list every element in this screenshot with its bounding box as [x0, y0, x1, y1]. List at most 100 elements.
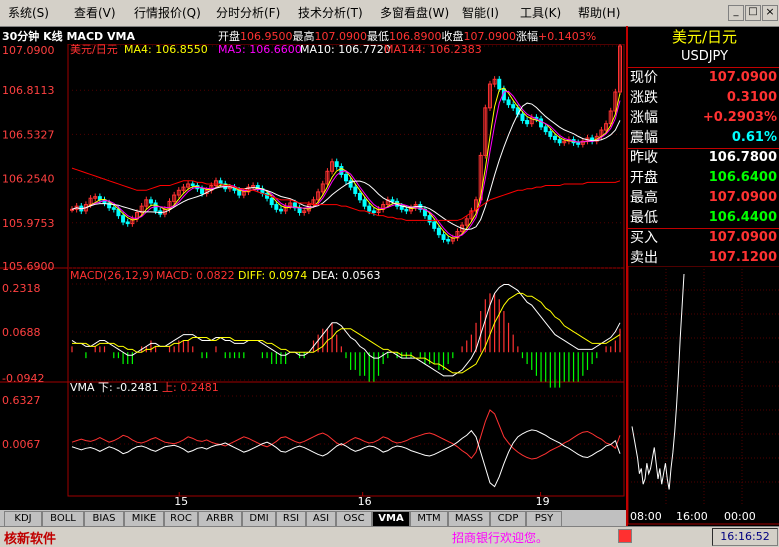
candle-body: [344, 173, 348, 182]
high-label: 最高: [292, 30, 315, 43]
candle-body: [278, 208, 283, 212]
close-label: 收盘: [441, 30, 464, 43]
price-tick-label: 105.6900: [2, 260, 55, 273]
menu-technical[interactable]: 技术分析(T): [294, 0, 367, 26]
price-tick-label: 106.8113: [2, 84, 55, 97]
vma-down-legend: 下: -0.2481: [98, 381, 159, 394]
quote-label: 涨幅: [630, 110, 658, 126]
low-value: 106.8900: [389, 30, 442, 43]
candle-body: [576, 142, 581, 145]
tab-boll[interactable]: BOLL: [42, 511, 84, 527]
candle-body: [404, 208, 409, 212]
dea-legend: DEA: 0.0563: [312, 269, 380, 282]
diff-line: [71, 284, 621, 377]
macd-tick-label: 0.2318: [2, 282, 41, 295]
mini-time-label: 00:00: [724, 510, 756, 523]
quote-label: 现价: [630, 70, 658, 86]
instrument-code: USDJPY: [680, 49, 729, 64]
change-label: 涨幅: [516, 30, 538, 43]
tab-mtm[interactable]: MTM: [410, 511, 448, 527]
quote-value: 106.6400: [708, 170, 777, 185]
tab-vma[interactable]: VMA: [372, 511, 410, 527]
candle-body: [557, 139, 562, 144]
menu-tools[interactable]: 工具(K): [516, 0, 565, 26]
quote-row: 震幅 0.61%: [628, 128, 779, 148]
menu-help[interactable]: 帮助(H): [574, 0, 624, 26]
candle-body: [362, 199, 367, 207]
candle-body: [269, 197, 274, 206]
quote-panel: 美元/日元 USDJPY 现价 107.0900 涨跌 0.3100 涨幅 +0.2903…: [626, 26, 779, 526]
quote-label: 卖出: [630, 250, 658, 266]
candle-body: [543, 126, 548, 133]
tab-mike[interactable]: MIKE: [124, 511, 164, 527]
menu-view[interactable]: 查看(V): [70, 0, 120, 26]
quote-row: 买入 107.0900: [628, 228, 779, 248]
menu-system[interactable]: 系统(S): [4, 0, 53, 26]
intraday-mini-chart[interactable]: 08:00 16:00 00:00: [628, 266, 779, 526]
candle-body: [446, 238, 451, 242]
tab-kdj[interactable]: KDJ: [4, 511, 42, 527]
quote-row: 涨跌 0.3100: [628, 88, 779, 108]
tab-cdp[interactable]: CDP: [490, 511, 526, 527]
candle-body: [427, 215, 432, 223]
low-label: 最低: [367, 30, 389, 43]
tab-osc[interactable]: OSC: [336, 511, 372, 527]
minimize-button[interactable]: _: [728, 5, 744, 21]
tab-roc[interactable]: ROC: [164, 511, 198, 527]
quote-label: 最高: [630, 190, 658, 206]
tab-bias[interactable]: BIAS: [84, 511, 124, 527]
quote-row: 开盘 106.6400: [628, 168, 779, 188]
candle-body: [539, 118, 544, 128]
candle-body: [367, 205, 372, 212]
mini-price-line: [631, 273, 685, 490]
macd-name-legend: MACD(26,12,9): [70, 269, 154, 282]
close-button[interactable]: ×: [762, 5, 778, 21]
quote-label: 买入: [630, 230, 658, 246]
open-label: 开盘: [218, 30, 240, 43]
quote-value: 107.1200: [708, 250, 777, 265]
candle-body: [441, 234, 446, 240]
alert-icon[interactable]: [618, 529, 632, 543]
tab-rsi[interactable]: RSI: [276, 511, 306, 527]
tab-arbr[interactable]: ARBR: [198, 511, 242, 527]
tab-asi[interactable]: ASI: [306, 511, 336, 527]
quote-row: 现价 107.0900: [628, 68, 779, 88]
quote-label: 昨收: [630, 150, 658, 166]
tab-mass[interactable]: MASS: [448, 511, 490, 527]
menu-smart[interactable]: 智能(I): [458, 0, 503, 26]
quote-row: 涨幅 +0.2903%: [628, 108, 779, 128]
menu-quotes[interactable]: 行情报价(Q): [130, 0, 205, 26]
candle-body: [511, 104, 516, 109]
quote-value: 107.0900: [708, 230, 777, 245]
ma10-legend: MA10: 106.7720: [300, 44, 391, 56]
tab-psy[interactable]: PSY: [526, 511, 562, 527]
candle-body: [274, 204, 279, 210]
candle-body: [237, 189, 242, 196]
candle-body: [371, 210, 376, 214]
macd-value-legend: MACD: 0.0822: [156, 269, 235, 282]
ohlc-readout: 开盘106.9500最高107.0900最低106.8900收盘107.0900…: [218, 28, 596, 44]
price-tick-label: 105.9753: [2, 217, 55, 230]
instrument-name: 美元/日元: [671, 28, 738, 46]
price-tick-label: 107.0900: [2, 44, 55, 57]
dea-line: [72, 292, 621, 374]
tab-dmi[interactable]: DMI: [242, 511, 276, 527]
menu-multiwindow[interactable]: 多窗看盘(W): [376, 0, 453, 26]
chart-title: 30分钟 K线 MACD VMA: [2, 30, 135, 43]
quote-value: +0.2903%: [702, 110, 777, 125]
menu-bar: 系统(S) 查看(V) 行情报价(Q) 分时分析(F) 技术分析(T) 多窗看盘…: [0, 0, 779, 27]
candle-body: [121, 215, 126, 223]
mini-time-label: 08:00: [630, 510, 662, 523]
quote-value: 107.0900: [708, 190, 777, 205]
ma5-line: [71, 90, 621, 238]
main-chart[interactable]: 107.0900 106.8113 106.5327 106.2540 105.9753…: [0, 44, 626, 510]
price-tick-label: 106.5327: [2, 128, 55, 141]
open-value: 106.9500: [240, 30, 293, 43]
quote-row: 卖出 107.1200: [628, 248, 779, 268]
candle-body: [111, 207, 116, 210]
maximize-button[interactable]: □: [745, 5, 761, 21]
ma144-legend: MA144: 106.2383: [384, 44, 482, 56]
candle-body: [353, 186, 358, 194]
time-tick-label: 15: [174, 495, 188, 508]
menu-timeshare[interactable]: 分时分析(F): [212, 0, 284, 26]
